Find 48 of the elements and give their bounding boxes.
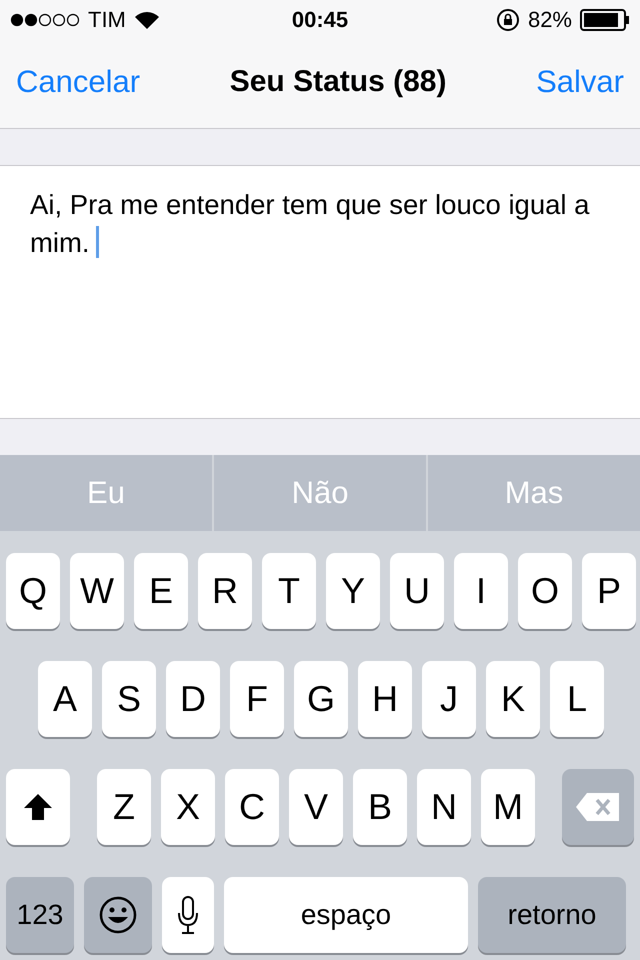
battery-percent: 82% (528, 7, 572, 33)
letter-key[interactable]: Z (97, 769, 151, 845)
save-button[interactable]: Salvar (536, 64, 624, 100)
letter-key[interactable]: J (422, 661, 476, 737)
clock-time: 00:45 (292, 7, 348, 33)
smiley-icon (98, 895, 138, 935)
cancel-button[interactable]: Cancelar (16, 64, 140, 100)
wifi-icon (134, 10, 160, 30)
letter-key[interactable]: Q (6, 553, 60, 629)
emoji-key[interactable] (84, 877, 152, 953)
letter-key[interactable]: N (417, 769, 471, 845)
letter-key[interactable]: A (38, 661, 92, 737)
letter-key[interactable]: S (102, 661, 156, 737)
letter-key[interactable]: C (225, 769, 279, 845)
text-cursor (96, 226, 99, 258)
letter-key[interactable]: E (134, 553, 188, 629)
backspace-icon (575, 792, 621, 822)
shift-key[interactable] (6, 769, 70, 845)
letter-key[interactable]: F (230, 661, 284, 737)
letter-key[interactable]: T (262, 553, 316, 629)
status-text-field[interactable]: Ai, Pra me entender tem que ser louco igual a mim. (0, 165, 640, 419)
letter-key[interactable]: M (481, 769, 535, 845)
letter-key[interactable]: K (486, 661, 540, 737)
letter-key[interactable]: B (353, 769, 407, 845)
space-key[interactable]: espaço (224, 877, 468, 953)
letter-key[interactable]: W (70, 553, 124, 629)
shift-arrow-icon (23, 793, 53, 821)
return-key[interactable]: retorno (478, 877, 626, 953)
letter-key[interactable]: R (198, 553, 252, 629)
battery-icon (580, 9, 630, 31)
letter-key[interactable]: Y (326, 553, 380, 629)
letter-key[interactable]: V (289, 769, 343, 845)
letter-key[interactable]: O (518, 553, 572, 629)
carrier-name: TIM (88, 7, 126, 33)
numbers-key[interactable]: 123 (6, 877, 74, 953)
letter-key[interactable]: G (294, 661, 348, 737)
letter-key[interactable]: X (161, 769, 215, 845)
screen-title: Seu Status (88) (230, 65, 446, 99)
letter-key[interactable]: P (582, 553, 636, 629)
rotation-lock-icon (496, 8, 520, 32)
microphone-icon (176, 895, 200, 935)
letter-key[interactable]: I (454, 553, 508, 629)
letter-key[interactable]: D (166, 661, 220, 737)
signal-icon (10, 13, 80, 27)
letter-key[interactable]: L (550, 661, 604, 737)
dictation-key[interactable] (162, 877, 214, 953)
letter-key[interactable]: H (358, 661, 412, 737)
letter-key[interactable]: U (390, 553, 444, 629)
